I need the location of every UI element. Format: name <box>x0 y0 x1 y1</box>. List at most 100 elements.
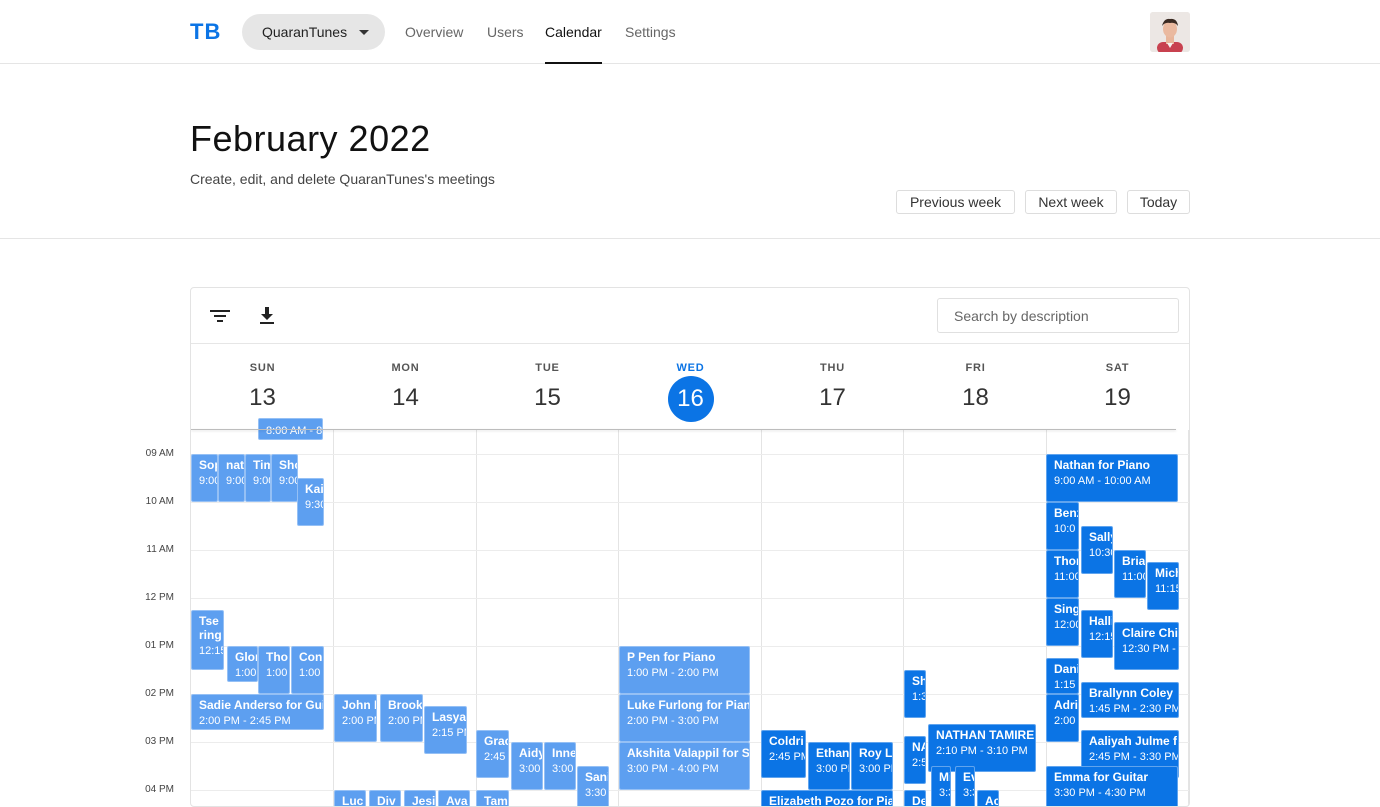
calendar-event[interactable]: Ev 3:3 <box>955 766 975 806</box>
event-time: 9:00 <box>279 475 297 487</box>
calendar-event[interactable]: Luc <box>334 790 366 806</box>
calendar-event[interactable]: Sally 10:30 <box>1081 526 1113 574</box>
today-button[interactable]: Today <box>1127 190 1190 214</box>
header-divider <box>191 429 1176 430</box>
event-title: Sop <box>199 458 217 472</box>
calendar-event[interactable]: NATHAN TAMIRE 2:10 PM - 3:10 PM <box>928 724 1036 772</box>
calendar-event[interactable]: Brallynn Coley 1:45 PM - 2:30 PM <box>1081 682 1179 718</box>
previous-week-button[interactable]: Previous week <box>896 190 1015 214</box>
day-header-wed[interactable]: WED 16 <box>619 344 762 430</box>
calendar-event[interactable]: Ac <box>977 790 999 806</box>
tab-overview[interactable]: Overview <box>405 0 463 64</box>
calendar-event[interactable]: Roy L 3:00 PM <box>851 742 893 790</box>
calendar-event[interactable]: Jesi <box>404 790 436 806</box>
calendar-event[interactable]: Lasya 2:15 PM <box>424 706 467 754</box>
calendar-event[interactable]: Con 1:00 <box>291 646 324 694</box>
calendar-event[interactable]: Sop 9:00 <box>191 454 218 502</box>
event-time: 3:00 PM - 4:00 PM <box>627 763 719 775</box>
event-title: Sho <box>279 458 297 472</box>
calendar-event[interactable]: Sadie Anderso for Gui 2:00 PM - 2:45 PM <box>191 694 324 730</box>
event-title: Mi <box>939 770 950 784</box>
day-header-mon[interactable]: MON 14 <box>334 344 477 430</box>
event-title: Glor <box>235 650 258 664</box>
time-label: 02 PM <box>145 688 174 699</box>
calendar-event[interactable]: Aidy 3:00 <box>511 742 543 790</box>
calendar-event[interactable]: Sh 1:3 <box>904 670 926 718</box>
tab-users[interactable]: Users <box>487 0 524 64</box>
app-logo[interactable]: TB <box>190 19 221 45</box>
hour-line <box>191 502 1189 503</box>
calendar-event[interactable]: Thor 11:00 <box>1046 550 1079 598</box>
event-title: Tho <box>266 650 288 664</box>
calendar-event[interactable]: Benz 10:0 <box>1046 502 1079 550</box>
filter-icon[interactable] <box>208 304 232 328</box>
event-time: 9:00 <box>253 475 270 487</box>
event-time: 11:00 <box>1122 571 1145 583</box>
calendar-event[interactable]: Adria 2:00 <box>1046 694 1079 742</box>
event-time: 3:00 <box>552 763 574 775</box>
event-title: Sani <box>585 770 609 784</box>
calendar-event[interactable]: Elizabeth Pozo for Pia <box>761 790 893 806</box>
event-time: 2:45 PM <box>769 751 806 763</box>
user-avatar[interactable] <box>1150 12 1190 52</box>
calendar-event[interactable]: Tho 1:00 <box>258 646 290 694</box>
calendar-event[interactable]: Claire Chi 12:30 PM - <box>1114 622 1179 670</box>
time-label: 10 AM <box>145 496 174 507</box>
calendar-event[interactable]: Brook 2:00 PM <box>380 694 423 742</box>
event-title: Aidy <box>519 746 543 760</box>
event-time: 3:3 <box>939 787 950 799</box>
calendar-event[interactable]: Tim 9:00 <box>245 454 271 502</box>
calendar-event[interactable]: Ethan 3:00 PM <box>808 742 850 790</box>
day-header-fri[interactable]: FRI 18 <box>904 344 1047 430</box>
time-label: 04 PM <box>145 784 174 795</box>
calendar-event[interactable]: Akshita Valappil for S 3:00 PM - 4:00 PM <box>619 742 750 790</box>
download-icon[interactable] <box>255 304 279 328</box>
next-week-button[interactable]: Next week <box>1025 190 1117 214</box>
day-header-thu[interactable]: THU 17 <box>761 344 904 430</box>
calendar-event[interactable]: Luke Furlong for Pian 2:00 PM - 3:00 PM <box>619 694 750 742</box>
day-header-tue[interactable]: TUE 15 <box>476 344 619 430</box>
calendar-event[interactable]: Dani 1:15 P <box>1046 658 1079 694</box>
event-time: 2:5 <box>912 757 926 769</box>
avatar-image <box>1150 12 1190 52</box>
event-title: Kai <box>305 482 324 496</box>
calendar-event[interactable]: Bria 11:00 <box>1114 550 1146 598</box>
calendar-event[interactable]: De <box>904 790 926 806</box>
calendar-event[interactable]: Sing 12:00 <box>1046 598 1079 646</box>
tab-settings[interactable]: Settings <box>625 0 676 64</box>
calendar-event[interactable]: Nathan for Piano 9:00 AM - 10:00 AM <box>1046 454 1178 502</box>
event-title: NA <box>912 740 925 754</box>
calendar-event[interactable]: Emma for Guitar 3:30 PM - 4:30 PM <box>1046 766 1178 806</box>
calendar-grid[interactable]: 8:00 AM - 8Sop9:00nat9:00Tim9:00Sho9:00K… <box>191 418 1189 806</box>
calendar-event[interactable]: Mi 3:3 <box>931 766 951 806</box>
event-title: Bria <box>1122 554 1146 568</box>
event-time: 2:00 PM <box>388 715 422 727</box>
calendar-event[interactable]: John K 2:00 PM <box>334 694 377 742</box>
calendar-event[interactable]: Glor 1:00 <box>227 646 258 682</box>
calendar-event[interactable]: Kai 9:30 <box>297 478 324 526</box>
day-header-sat[interactable]: SAT 19 <box>1046 344 1189 430</box>
search-input[interactable] <box>937 298 1179 333</box>
event-time: 12:15 <box>199 645 224 657</box>
event-time: 10:30 <box>1089 547 1112 559</box>
event-time: 2:00 <box>1054 715 1076 727</box>
top-nav: TB QuaranTunes Overview Users Calendar S… <box>0 0 1380 64</box>
calendar-event[interactable]: Ava <box>438 790 470 806</box>
calendar-event[interactable]: Tse ring 12:15 <box>191 610 224 670</box>
calendar-event[interactable]: Halli 12:15 <box>1081 610 1113 658</box>
tab-calendar[interactable]: Calendar <box>545 0 602 64</box>
calendar-event[interactable]: Mich 11:15 <box>1147 562 1179 610</box>
calendar-event[interactable]: Coldri 2:45 PM <box>761 730 806 778</box>
calendar-event[interactable]: Sani 3:30 <box>577 766 609 806</box>
calendar-event[interactable]: Inne 3:00 <box>544 742 576 790</box>
page-title: February 2022 <box>190 118 431 159</box>
calendar-event[interactable]: Sho 9:00 <box>271 454 298 502</box>
calendar-event[interactable]: NA 2:5 <box>904 736 926 784</box>
event-title: Ev <box>963 770 974 784</box>
calendar-event[interactable]: nat 9:00 <box>218 454 245 502</box>
team-selector[interactable]: QuaranTunes <box>242 14 385 50</box>
calendar-event[interactable]: Grac 2:45 I <box>476 730 509 778</box>
calendar-event[interactable]: P Pen for Piano 1:00 PM - 2:00 PM <box>619 646 750 694</box>
calendar-event[interactable]: Div <box>369 790 401 806</box>
calendar-event[interactable]: Tam <box>476 790 509 806</box>
